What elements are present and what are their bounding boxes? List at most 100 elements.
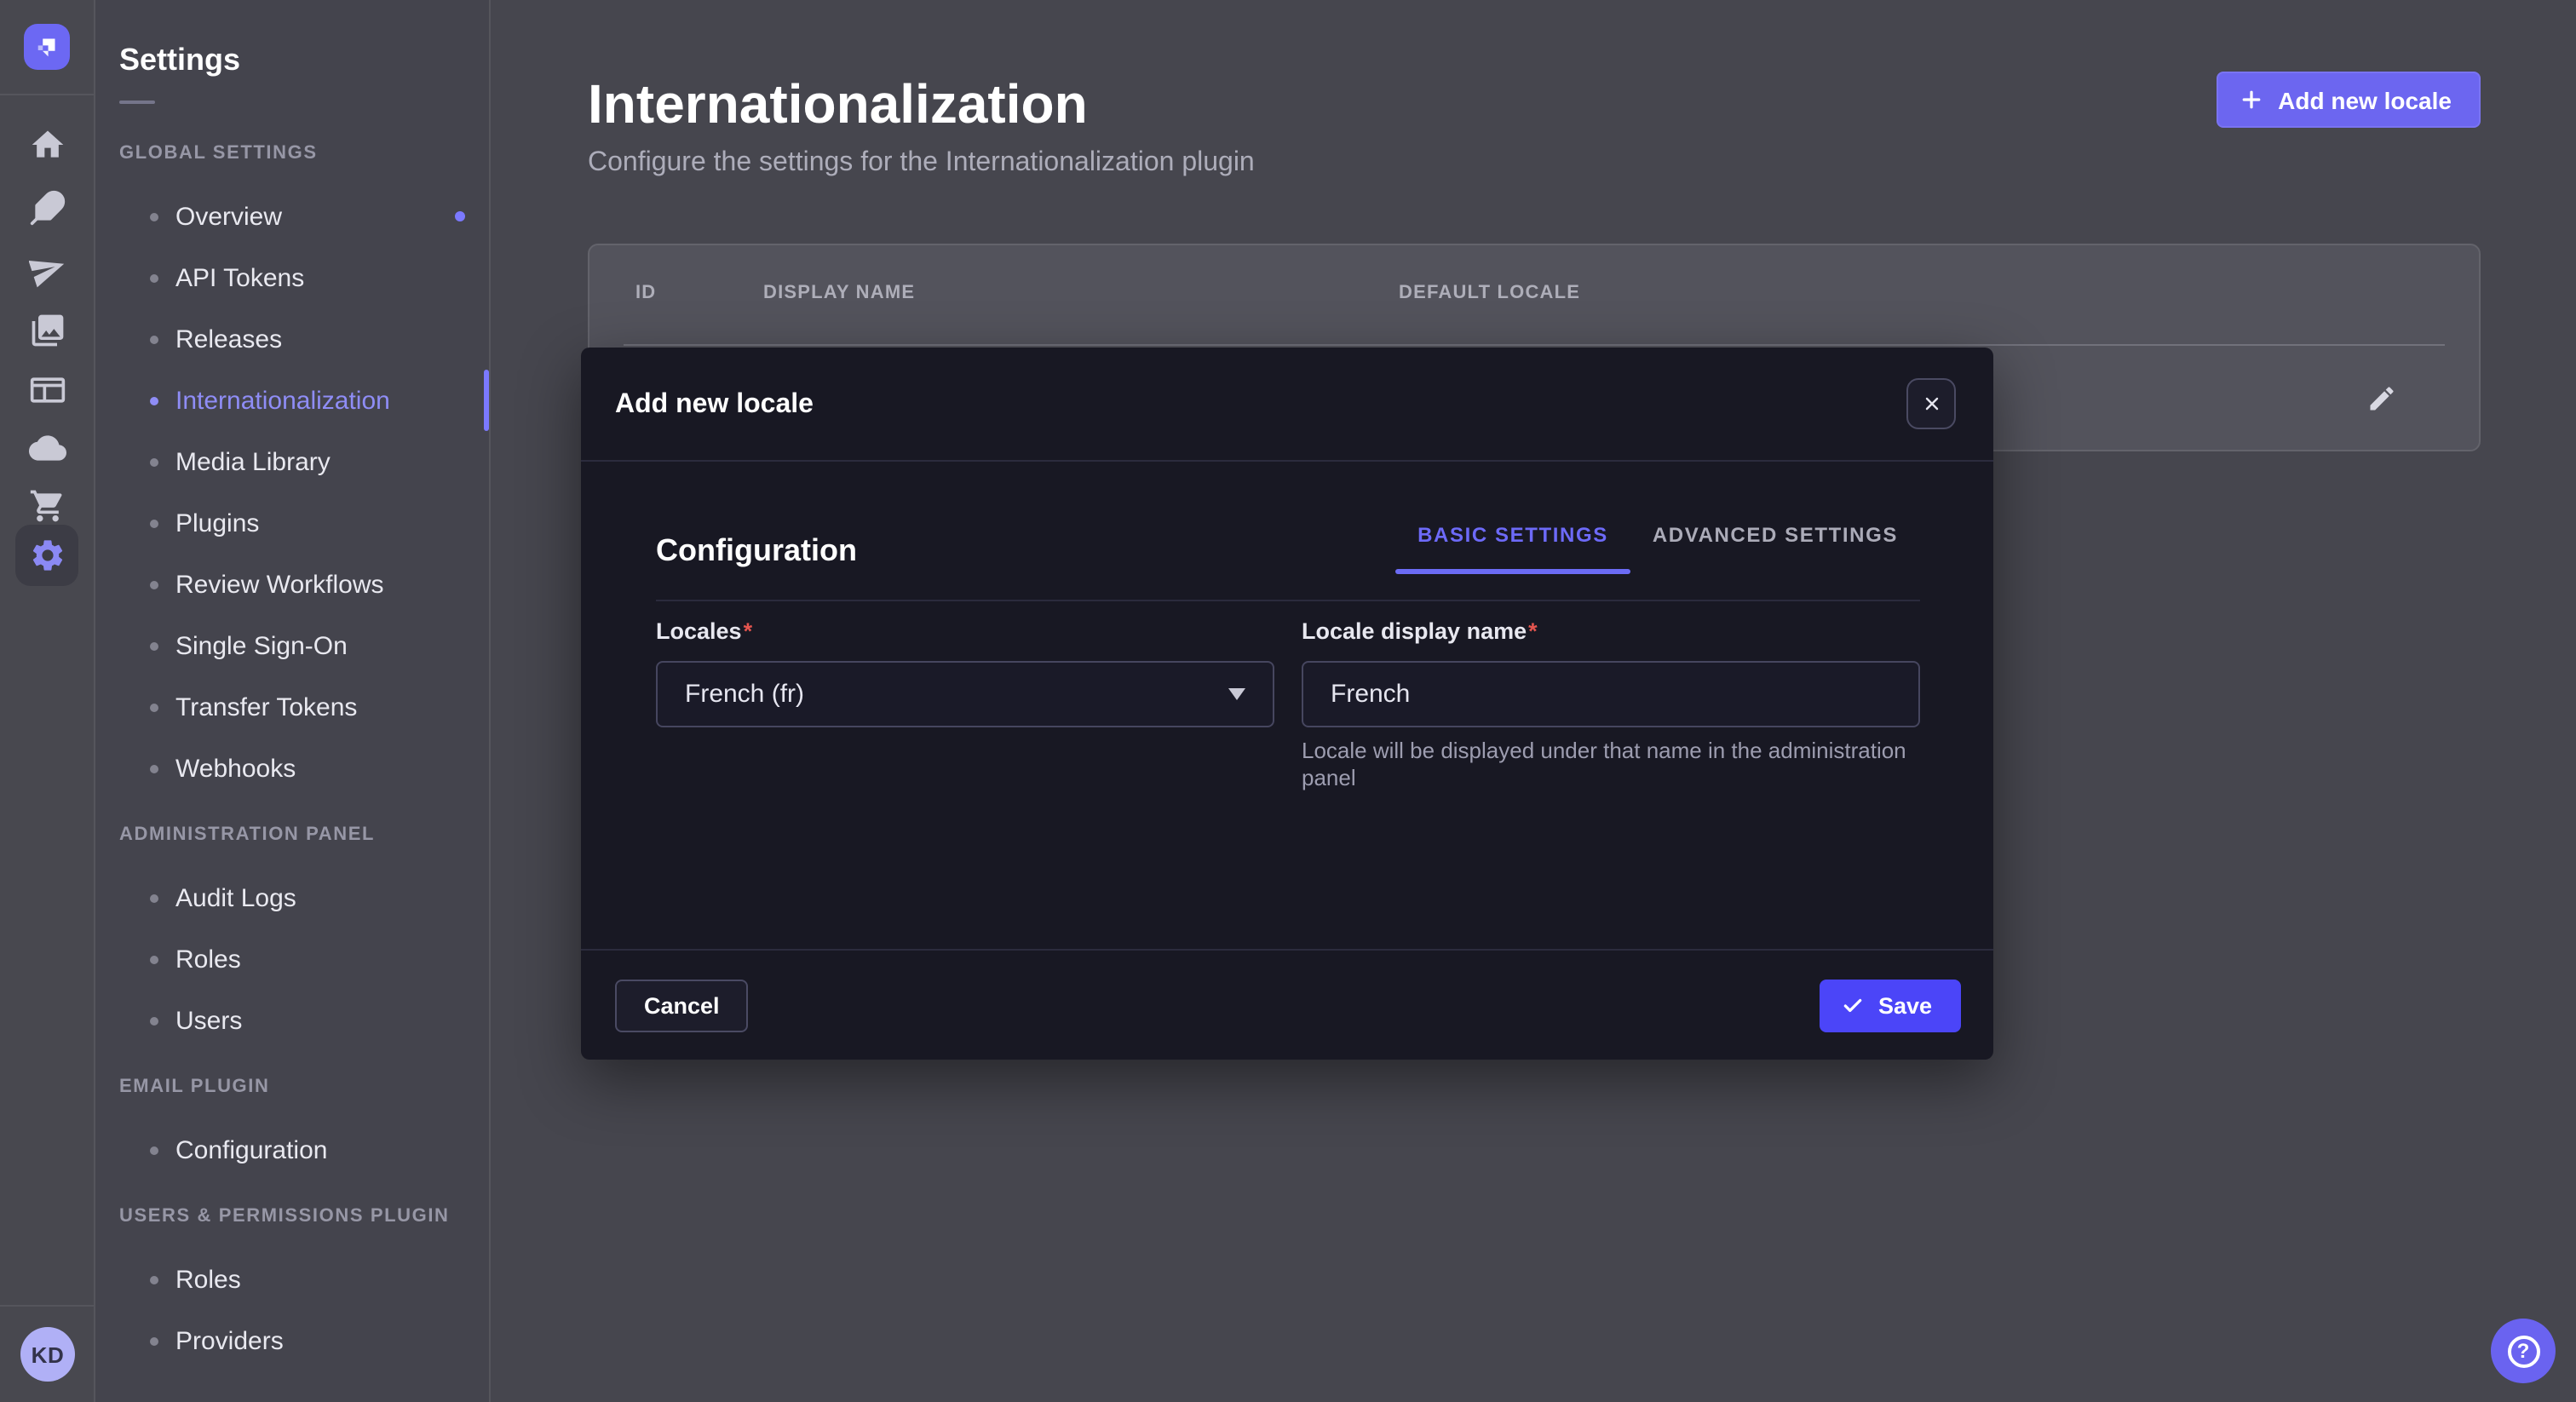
chevron-down-icon	[1228, 688, 1245, 700]
sidebar-item-label: Providers	[175, 1326, 284, 1355]
modal-title: Add new locale	[615, 348, 814, 462]
tab-basic-settings[interactable]: BASIC SETTINGS	[1395, 523, 1630, 571]
plus-icon	[2239, 87, 2264, 112]
locales-select-value: French (fr)	[685, 680, 804, 709]
sidebar-item-label: Releases	[175, 325, 282, 353]
tabs-divider	[656, 600, 1920, 601]
bullet-icon	[150, 1275, 158, 1284]
cancel-button[interactable]: Cancel	[615, 979, 749, 1031]
close-modal-button[interactable]	[1906, 378, 1956, 429]
sidebar-item-label: Overview	[175, 202, 282, 231]
settings-title-underline	[119, 101, 155, 104]
sidebar-item-label: Roles	[175, 1265, 241, 1294]
avatar[interactable]: KD	[20, 1327, 75, 1382]
bullet-icon	[150, 457, 158, 466]
home-icon[interactable]	[29, 126, 66, 164]
sidebar-item-providers[interactable]: Providers	[95, 1310, 489, 1371]
sidebar-item-media-library[interactable]: Media Library	[95, 431, 489, 492]
sidebar-item-users[interactable]: Users	[95, 990, 489, 1051]
sidebar-item-label: Single Sign-On	[175, 631, 348, 660]
nav-list-global-settings: Overview API Tokens Releases Internationali…	[95, 186, 489, 799]
save-button[interactable]: Save	[1820, 979, 1961, 1031]
nav-list-administration-panel: Audit Logs Roles Users	[95, 867, 489, 1051]
nav-list-users-permissions-plugin: Roles Providers	[95, 1249, 489, 1371]
notification-dot	[455, 211, 465, 221]
locales-select[interactable]: French (fr)	[656, 661, 1274, 727]
sidebar-item-transfer-tokens[interactable]: Transfer Tokens	[95, 676, 489, 738]
strapi-logo[interactable]	[24, 24, 70, 70]
sidebar-item-internationalization[interactable]: Internationalization	[95, 370, 489, 431]
configuration-section-title: Configuration	[656, 530, 857, 571]
settings-sidebar: Settings GLOBAL SETTINGSOverviewAPI Toke…	[95, 0, 491, 1402]
page-subtitle: Configure the settings for the Internati…	[588, 147, 1255, 181]
bullet-icon	[150, 335, 158, 343]
content-manager-icon[interactable]	[29, 189, 66, 227]
sidebar-item-label: Transfer Tokens	[175, 692, 357, 721]
sidebar-item-audit-logs[interactable]: Audit Logs	[95, 867, 489, 928]
settings-icon[interactable]	[29, 537, 66, 574]
tab-advanced-settings[interactable]: ADVANCED SETTINGS	[1630, 523, 1920, 571]
sidebar-item-label: Users	[175, 1006, 242, 1035]
bullet-icon	[150, 273, 158, 282]
column-header-id: ID	[635, 283, 656, 303]
edit-locale-button[interactable]	[2366, 383, 2397, 414]
media-library-icon[interactable]	[29, 312, 66, 349]
nav-section-users-permissions-plugin: USERS & PERMISSIONS PLUGIN	[119, 1204, 489, 1228]
sidebar-item-label: Review Workflows	[175, 570, 384, 599]
nav-list-email-plugin: Configuration	[95, 1119, 489, 1181]
sidebar-item-label: Configuration	[175, 1135, 327, 1164]
marketplace-icon[interactable]	[29, 487, 66, 525]
sidebar-item-label: Plugins	[175, 509, 259, 537]
bullet-icon	[150, 764, 158, 773]
display-name-input[interactable]	[1302, 661, 1920, 727]
sidebar-item-overview[interactable]: Overview	[95, 186, 489, 247]
column-header-display-name: DISPLAY NAME	[763, 283, 915, 303]
sidebar-item-single-sign-on[interactable]: Single Sign-On	[95, 615, 489, 676]
sidebar-item-review-workflows[interactable]: Review Workflows	[95, 554, 489, 615]
column-header-default-locale: DEFAULT LOCALE	[1399, 283, 1580, 303]
modal-footer: Cancel Save	[581, 949, 1993, 1060]
sidebar-item-label: API Tokens	[175, 263, 304, 292]
sidebar-item-releases[interactable]: Releases	[95, 308, 489, 370]
releases-icon[interactable]	[29, 250, 66, 288]
save-label: Save	[1878, 992, 1932, 1018]
sidebar-item-api-tokens[interactable]: API Tokens	[95, 247, 489, 308]
page-title: Internationalization	[588, 72, 1088, 136]
bullet-icon	[150, 1016, 158, 1025]
add-locale-modal: Add new locale Configuration BASIC SETTI…	[581, 348, 1993, 1060]
bullet-icon	[150, 893, 158, 902]
pencil-icon	[2366, 383, 2397, 414]
sidebar-item-plugins[interactable]: Plugins	[95, 492, 489, 554]
strapi-logo-icon	[31, 31, 63, 63]
nav-section-email-plugin: EMAIL PLUGIN	[119, 1075, 489, 1099]
question-mark-icon: ?	[2507, 1335, 2539, 1367]
sidebar-item-label: Internationalization	[175, 386, 390, 415]
locales-label: Locales*	[656, 617, 1274, 647]
display-name-hint: Locale will be displayed under that name…	[1302, 738, 1920, 792]
add-new-locale-button[interactable]: Add new locale	[2217, 72, 2481, 128]
sidebar-bottom-divider	[0, 1305, 94, 1307]
help-button[interactable]: ?	[2491, 1319, 2556, 1383]
deploy-icon[interactable]	[29, 429, 66, 467]
sidebar-item-label: Media Library	[175, 447, 331, 476]
nav-section-global-settings: GLOBAL SETTINGS	[119, 141, 489, 165]
settings-tabs: BASIC SETTINGSADVANCED SETTINGS	[1395, 523, 1920, 571]
table-header-row: ID DISPLAY NAME DEFAULT LOCALE	[589, 245, 2479, 344]
bullet-icon	[150, 703, 158, 711]
locales-field: Locales* French (fr)	[656, 617, 1274, 792]
bullet-icon	[150, 1336, 158, 1345]
sidebar-item-roles[interactable]: Roles	[95, 1249, 489, 1310]
main-icon-sidebar: KD	[0, 0, 95, 1402]
bullet-icon	[150, 396, 158, 405]
bullet-icon	[150, 212, 158, 221]
sidebar-item-roles[interactable]: Roles	[95, 928, 489, 990]
sidebar-item-label: Webhooks	[175, 754, 296, 783]
bullet-icon	[150, 955, 158, 963]
content-type-builder-icon[interactable]	[29, 371, 66, 409]
sidebar-item-label: Audit Logs	[175, 883, 296, 912]
required-asterisk: *	[1528, 618, 1538, 644]
sidebar-item-webhooks[interactable]: Webhooks	[95, 738, 489, 799]
sidebar-item-configuration[interactable]: Configuration	[95, 1119, 489, 1181]
check-icon	[1843, 994, 1865, 1016]
bullet-icon	[150, 580, 158, 589]
